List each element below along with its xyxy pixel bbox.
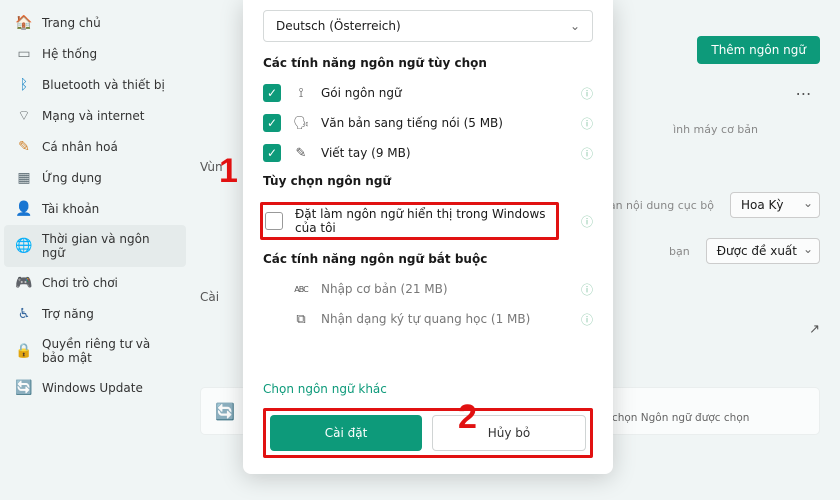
gamepad-icon: 🎮	[16, 275, 32, 291]
sidebar-item-personalization[interactable]: ✎ Cá nhân hoá	[4, 132, 186, 162]
info-icon[interactable]: ⓘ	[581, 213, 593, 230]
hint-text: ình máy cơ bản	[673, 123, 758, 136]
sidebar-item-label: Hệ thống	[42, 47, 97, 61]
sidebar-item-apps[interactable]: ▦ Ứng dụng	[4, 163, 186, 193]
info-icon[interactable]: ⓘ	[581, 281, 593, 298]
language-pack-icon: ⟟	[293, 86, 309, 101]
info-icon[interactable]: ⓘ	[581, 115, 593, 132]
refresh-icon: 🔄	[16, 380, 32, 396]
option-handwriting[interactable]: ✓ ✎ Viết tay (9 MB) ⓘ	[263, 138, 593, 168]
hint-text: bạn	[669, 245, 690, 258]
language-dropdown[interactable]: Deutsch (Österreich)	[263, 10, 593, 42]
system-icon: ▭	[16, 46, 32, 62]
sidebar-item-label: Windows Update	[42, 381, 143, 395]
home-icon: 🏠	[16, 15, 32, 31]
checkbox-checked-icon[interactable]: ✓	[263, 84, 281, 102]
sidebar-item-label: Mạng và internet	[42, 109, 144, 123]
bluetooth-icon: ᛒ	[16, 77, 32, 93]
accessibility-icon: ♿	[16, 306, 32, 322]
info-icon[interactable]: ⓘ	[581, 145, 593, 162]
cancel-button[interactable]: Hủy bỏ	[432, 415, 586, 451]
sidebar-item-accounts[interactable]: 👤 Tài khoản	[4, 194, 186, 224]
sidebar-item-label: Trang chủ	[42, 16, 101, 30]
keyboard-icon: ABC	[293, 285, 309, 294]
section-cut-label	[200, 43, 204, 57]
brush-icon: ✎	[16, 139, 32, 155]
sync-icon: 🔄	[215, 402, 235, 421]
sidebar-item-label: Chơi trò chơi	[42, 276, 118, 290]
sidebar-item-label: Cá nhân hoá	[42, 140, 118, 154]
annotation-1: 1	[219, 152, 238, 191]
option-language-pack[interactable]: ✓ ⟟ Gói ngôn ngữ ⓘ	[263, 78, 593, 108]
option-text-to-speech[interactable]: ✓ 🗣 Văn bản sang tiếng nói (5 MB) ⓘ	[263, 108, 593, 138]
checkbox-checked-icon[interactable]: ✓	[263, 144, 281, 162]
format-select[interactable]: Được đề xuất	[706, 238, 820, 264]
choose-other-language-link[interactable]: Chọn ngôn ngữ khác	[263, 382, 593, 396]
open-external-icon[interactable]: ↗	[809, 322, 820, 337]
option-label: Đặt làm ngôn ngữ hiển thị trong Windows …	[295, 207, 554, 235]
sidebar-item-network[interactable]: ⌔ Mạng và internet	[4, 101, 186, 131]
sidebar-item-system[interactable]: ▭ Hệ thống	[4, 39, 186, 69]
sidebar-item-label: Ứng dụng	[42, 171, 102, 185]
handwriting-icon: ✎	[293, 146, 309, 161]
option-set-display-language[interactable]: Đặt làm ngôn ngữ hiển thị trong Windows …	[263, 196, 593, 246]
required-features-heading: Các tính năng ngôn ngữ bắt buộc	[263, 252, 593, 266]
install-language-dialog: Deutsch (Österreich) Các tính năng ngôn …	[243, 0, 613, 474]
sidebar-item-privacy[interactable]: 🔒 Quyền riêng tư và bảo mật	[4, 330, 186, 372]
sidebar-item-label: Tài khoản	[42, 202, 99, 216]
sidebar-item-time-language[interactable]: 🌐 Thời gian và ngôn ngữ	[4, 225, 186, 267]
ocr-icon: ⧉	[293, 312, 309, 327]
option-label: Gói ngôn ngữ	[321, 86, 569, 100]
sidebar-item-accessibility[interactable]: ♿ Trợ năng	[4, 299, 186, 329]
apps-icon: ▦	[16, 170, 32, 186]
info-icon[interactable]: ⓘ	[581, 85, 593, 102]
install-button[interactable]: Cài đặt	[270, 415, 422, 451]
sidebar-item-update[interactable]: 🔄 Windows Update	[4, 373, 186, 403]
annotation-2: 2	[458, 398, 477, 437]
user-icon: 👤	[16, 201, 32, 217]
option-label: Viết tay (9 MB)	[321, 146, 569, 160]
sidebar-item-label: Bluetooth và thiết bị	[42, 78, 165, 92]
option-label: Nhận dạng ký tự quang học (1 MB)	[321, 312, 569, 326]
network-icon: ⌔	[16, 108, 32, 124]
optional-features-heading: Các tính năng ngôn ngữ tùy chọn	[263, 56, 593, 70]
settings-sidebar: 🏠 Trang chủ ▭ Hệ thống ᛒ Bluetooth và thiết…	[0, 0, 190, 500]
option-basic-typing: ABC Nhập cơ bản (21 MB) ⓘ	[263, 274, 593, 304]
more-options-button[interactable]: ⋯	[788, 84, 820, 103]
tts-icon: 🗣	[293, 116, 309, 131]
sidebar-item-gaming[interactable]: 🎮 Chơi trò chơi	[4, 268, 186, 298]
checkbox-unchecked-icon[interactable]	[265, 212, 283, 230]
add-language-button[interactable]: Thêm ngôn ngữ	[697, 36, 820, 64]
checkbox-checked-icon[interactable]: ✓	[263, 114, 281, 132]
option-ocr: ⧉ Nhận dạng ký tự quang học (1 MB) ⓘ	[263, 304, 593, 334]
sidebar-item-label: Quyền riêng tư và bảo mật	[42, 337, 174, 365]
sidebar-item-home[interactable]: 🏠 Trang chủ	[4, 8, 186, 38]
option-label: Nhập cơ bản (21 MB)	[321, 282, 569, 296]
sidebar-item-label: Thời gian và ngôn ngữ	[42, 232, 174, 260]
info-icon[interactable]: ⓘ	[581, 311, 593, 328]
region-select[interactable]: Hoa Kỳ	[730, 192, 820, 218]
sidebar-item-label: Trợ năng	[42, 307, 94, 321]
lock-icon: 🔒	[16, 343, 32, 359]
language-preferences-heading: Tùy chọn ngôn ngữ	[263, 174, 593, 188]
option-label: Văn bản sang tiếng nói (5 MB)	[321, 116, 569, 130]
globe-icon: 🌐	[16, 238, 32, 254]
sidebar-item-bluetooth[interactable]: ᛒ Bluetooth và thiết bị	[4, 70, 186, 100]
